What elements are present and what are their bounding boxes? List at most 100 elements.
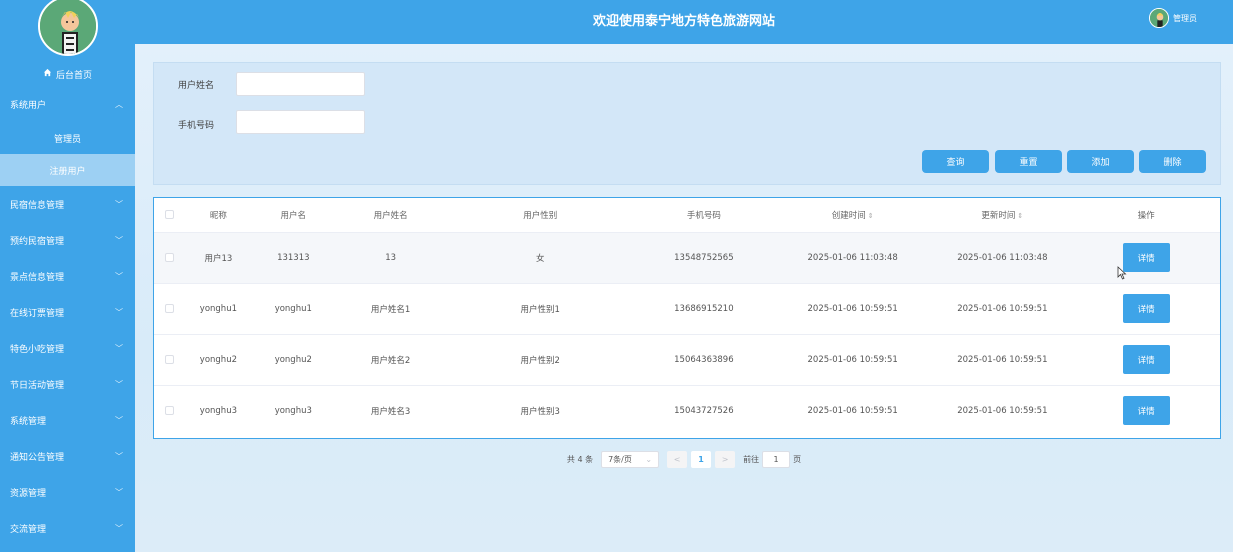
cell-phone: 15064363896 (635, 334, 773, 386)
name-field-label: 用户姓名 (178, 81, 215, 91)
goto-page-input[interactable]: 1 (762, 450, 791, 468)
next-page-button[interactable]: > (715, 450, 736, 468)
cell-nickname: yonghu2 (185, 334, 251, 386)
table-row[interactable]: yonghu2 yonghu2 用户姓名2 用户性别2 15064363896 … (154, 334, 1220, 386)
cell-realname: 用户姓名3 (370, 406, 411, 417)
sidebar-subitem-admin[interactable]: 管理员 (0, 122, 135, 154)
cell-updated: 2025-01-06 11:03:48 (932, 232, 1073, 284)
sidebar-subitem-label: 注册用户 (49, 166, 86, 177)
add-button[interactable]: 添加 (1067, 150, 1134, 173)
sidebar-item-label: 特色小吃管理 (10, 344, 65, 355)
cursor-icon (1117, 266, 1127, 280)
row-checkbox[interactable] (165, 252, 175, 262)
cell-username: yonghu3 (274, 405, 312, 416)
row-checkbox[interactable] (165, 354, 175, 364)
chevron-up-icon: ︿ (115, 99, 123, 109)
page-size-select[interactable]: 7条/页 ⌄ (601, 450, 660, 468)
reset-button[interactable]: 重置 (995, 150, 1062, 173)
sidebar-item-system[interactable]: 系统管理 ﹀ (0, 402, 135, 438)
header-phone: 手机号码 (635, 198, 773, 233)
header-actions: 操作 (1072, 198, 1220, 233)
select-all-cell[interactable] (154, 198, 186, 233)
sidebar-item-notice[interactable]: 通知公告管理 ﹀ (0, 438, 135, 474)
avatar (37, 0, 98, 56)
header-created[interactable]: 创建时间 ⇕ (772, 198, 933, 233)
prev-page-button[interactable]: < (667, 450, 688, 468)
row-checkbox[interactable] (165, 405, 175, 415)
cell-nickname: yonghu1 (185, 283, 251, 335)
goto-suffix: 页 (793, 454, 802, 464)
chevron-down-icon: ﹀ (115, 415, 123, 425)
phone-field-label: 手机号码 (178, 121, 215, 131)
cell-realname: 13 (335, 232, 446, 284)
phone-input[interactable] (236, 110, 365, 134)
sidebar-item-exchange[interactable]: 交流管理 ﹀ (0, 510, 135, 546)
detail-button[interactable]: 详情 (1122, 396, 1170, 426)
table-header-row: 昵称 用户名 用户姓名 用户性别 手机号码 创建时间 ⇕ 更新时间 ⇕ 操作 (154, 198, 1220, 233)
sidebar-item-homestay-info[interactable]: 民宿信息管理 ﹀ (0, 186, 135, 222)
table-row[interactable]: yonghu3 yonghu3 用户姓名3 用户性别3 15043727526 … (154, 385, 1220, 436)
sidebar-item-online-ticket[interactable]: 在线订票管理 ﹀ (0, 294, 135, 330)
sidebar-item-label: 系统管理 (10, 416, 47, 427)
delete-button[interactable]: 删除 (1139, 150, 1206, 173)
cell-gender: 用户性别1 (445, 283, 635, 335)
search-panel: 用户姓名 手机号码 查询 重置 添加 删除 (153, 62, 1221, 185)
sidebar-subitem-label: 管理员 (53, 134, 81, 145)
cell-created: 2025-01-06 10:59:51 (772, 334, 933, 386)
row-checkbox[interactable] (165, 303, 175, 313)
query-button[interactable]: 查询 (922, 150, 989, 173)
sidebar-item-snacks[interactable]: 特色小吃管理 ﹀ (0, 330, 135, 366)
header-nickname: 昵称 (185, 198, 251, 233)
cell-gender: 用户性别2 (445, 334, 635, 386)
sort-icon[interactable]: ⇕ (868, 212, 874, 220)
cell-updated: 2025-01-06 10:59:51 (932, 334, 1073, 386)
header-gender: 用户性别 (445, 198, 635, 233)
sidebar-subitem-registered-user[interactable]: 注册用户 (0, 154, 135, 186)
chevron-down-icon: ﹀ (115, 271, 123, 281)
sidebar-item-home[interactable]: 后台首页 (0, 62, 135, 86)
sidebar-item-system-user[interactable]: 系统用户 ︿ (0, 86, 135, 122)
sidebar-item-label: 资源管理 (10, 488, 47, 499)
sidebar-item-scenic-info[interactable]: 景点信息管理 ﹀ (0, 258, 135, 294)
cell-updated: 2025-01-06 10:59:51 (932, 283, 1073, 335)
detail-button[interactable]: 详情 (1122, 345, 1170, 374)
sort-icon[interactable]: ⇕ (1017, 212, 1023, 220)
sidebar-item-label: 在线订票管理 (10, 308, 65, 319)
name-input[interactable] (236, 72, 365, 96)
user-avatar (1149, 8, 1169, 28)
sidebar-item-resources[interactable]: 资源管理 ﹀ (0, 474, 135, 510)
cell-phone: 15043727526 (674, 405, 734, 416)
cell-username: yonghu2 (250, 334, 336, 386)
user-menu[interactable]: 管理员 (1149, 8, 1197, 28)
table-row[interactable]: yonghu1 yonghu1 用户姓名1 用户性别1 13686915210 … (154, 283, 1220, 335)
cell-realname: 用户姓名1 (335, 283, 446, 335)
select-all-checkbox[interactable] (165, 209, 175, 219)
cell-created: 2025-01-06 10:59:51 (772, 283, 933, 335)
cell-updated: 2025-01-06 10:59:51 (957, 405, 1048, 416)
cell-gender: 用户性别3 (520, 406, 560, 417)
chevron-down-icon: ﹀ (115, 451, 123, 461)
header-updated[interactable]: 更新时间 ⇕ (932, 198, 1073, 233)
sidebar-item-homestay-booking[interactable]: 预约民宿管理 ﹀ (0, 222, 135, 258)
detail-button[interactable]: 详情 (1122, 294, 1170, 323)
sidebar-item-label: 景点信息管理 (10, 272, 65, 283)
cell-username: yonghu1 (250, 283, 336, 335)
page-list: < 1 > (667, 450, 736, 468)
sidebar: 后台首页 系统用户 ︿ 管理员 注册用户 民宿信息管理 ﹀ 预约民宿管理 ﹀ 景… (0, 0, 135, 552)
header-username: 用户名 (250, 198, 336, 233)
sidebar-item-festival[interactable]: 节日活动管理 ﹀ (0, 366, 135, 402)
top-bar: 欢迎使用泰宁地方特色旅游网站 管理员 (135, 0, 1233, 44)
chevron-down-icon: ﹀ (115, 379, 123, 389)
sidebar-item-label: 通知公告管理 (10, 452, 65, 463)
home-label: 后台首页 (55, 70, 92, 81)
sidebar-avatar-area (0, 0, 135, 62)
goto-page: 前往 1 页 (743, 450, 802, 468)
main-content: 用户姓名 手机号码 查询 重置 添加 删除 昵称 用户名 用户姓名 用户性别 手… (135, 44, 1233, 552)
chevron-down-icon: ﹀ (115, 487, 123, 497)
sidebar-item-label: 系统用户 (10, 100, 47, 111)
page-number[interactable]: 1 (691, 450, 712, 468)
table-row[interactable]: 用户13 131313 13 女 13548752565 2025-01-06 … (154, 232, 1220, 284)
detail-button[interactable]: 详情 (1122, 243, 1170, 272)
header-updated-label: 更新时间 (981, 210, 1016, 221)
chevron-down-icon: ⌄ (645, 454, 653, 464)
